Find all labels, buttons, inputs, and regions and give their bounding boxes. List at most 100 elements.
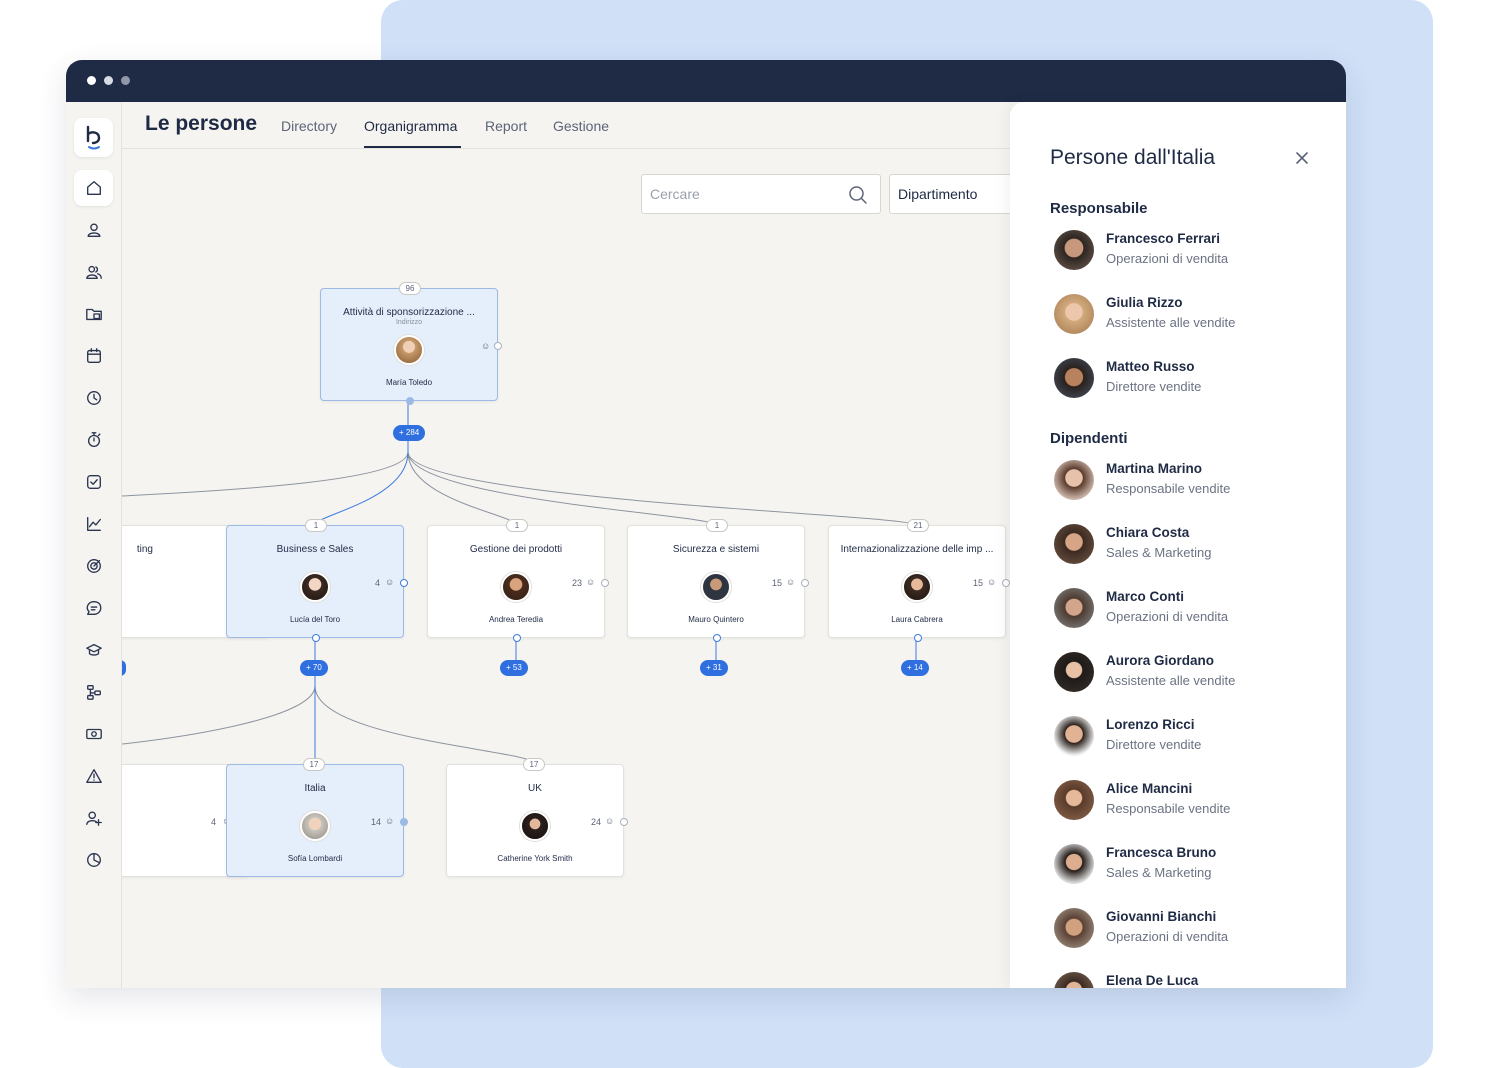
person-item[interactable]: Giulia Rizzo Assistente alle vendite — [1050, 294, 1330, 340]
org-card-international[interactable]: 21 Internazionalizzazione delle imp ... … — [828, 519, 1010, 642]
search-input[interactable]: Cercare — [641, 174, 881, 214]
person-name: Giovanni Bianchi — [1106, 909, 1217, 924]
reports-count: 15 — [973, 578, 984, 588]
org-card-root[interactable]: 96 Attività di sponsorizzazione ... Indi… — [320, 282, 502, 405]
member-count-badge: 1 — [706, 519, 728, 532]
person-name: Matteo Russo — [1106, 359, 1195, 374]
app-logo[interactable] — [74, 118, 113, 157]
person-item[interactable]: Lorenzo Ricci Direttore vendite — [1050, 716, 1330, 762]
connector-port[interactable] — [1002, 579, 1010, 587]
expand-button[interactable]: + 53 — [500, 660, 528, 676]
person-role: Sales & Marketing — [1106, 545, 1212, 560]
expand-button[interactable]: + 14 — [901, 660, 929, 676]
org-card-title: Business e Sales — [276, 544, 354, 555]
nav-workflows[interactable] — [74, 674, 113, 710]
org-card-title: Italia — [304, 783, 326, 794]
person-item[interactable]: Matteo Russo Direttore vendite — [1050, 358, 1330, 404]
person-item[interactable]: Alice Mancini Responsabile vendite — [1050, 780, 1330, 826]
nav-tracking[interactable] — [74, 422, 113, 458]
nav-training[interactable] — [74, 632, 113, 668]
nav-alerts[interactable] — [74, 758, 113, 794]
expand-button[interactable]: + 31 — [700, 660, 728, 676]
graduation-cap-icon — [85, 643, 102, 656]
nav-recruiting[interactable] — [74, 800, 113, 836]
connector-port[interactable] — [914, 634, 922, 642]
person-name: Francesco Ferrari — [1106, 231, 1221, 246]
connector-port[interactable] — [713, 634, 721, 642]
close-icon[interactable] — [1294, 150, 1310, 166]
person-item[interactable]: Francesco Ferrari Operazioni di vendita — [1050, 230, 1330, 276]
tab-directory[interactable]: Directory — [281, 118, 337, 134]
connector-port[interactable] — [513, 634, 521, 642]
org-card-business-sales[interactable]: 1 Business e Sales Lucía del Toro 4 ☺ — [226, 519, 408, 642]
person-role: Operazioni di vendita — [1106, 929, 1229, 944]
org-card-title: Attività di sponsorizzazione ... — [343, 307, 475, 318]
avatar — [501, 572, 531, 602]
person-item[interactable]: Francesca Bruno Sales & Marketing — [1050, 844, 1330, 890]
nav-payroll[interactable] — [74, 716, 113, 752]
org-card-uk[interactable]: 17 UK Catherine York Smith 24 ☺ — [446, 758, 628, 877]
connector-port[interactable] — [312, 634, 320, 642]
person-item[interactable]: Elena De Luca — [1050, 972, 1330, 988]
org-card-person-name: Sofía Lombardi — [287, 854, 343, 863]
search-icon[interactable] — [848, 185, 868, 205]
connector-port[interactable] — [494, 342, 502, 350]
page-title: Le persone — [145, 112, 258, 135]
avatar — [300, 811, 330, 841]
tab-gestione[interactable]: Gestione — [553, 118, 609, 134]
expand-button[interactable]: + 70 — [300, 660, 328, 676]
users-icon — [85, 265, 102, 279]
org-card-person-name: María Toledo — [385, 378, 433, 387]
window-dot[interactable] — [87, 76, 96, 85]
connector-port[interactable] — [400, 579, 408, 587]
target-icon — [86, 559, 101, 573]
expand-button[interactable]: + 284 — [393, 425, 426, 441]
person-name: Giulia Rizzo — [1106, 295, 1183, 310]
connector-port[interactable] — [620, 818, 628, 826]
person-item[interactable]: Marco Conti Operazioni di vendita — [1050, 588, 1330, 634]
user-add-icon — [85, 811, 102, 826]
org-card-product[interactable]: 1 Gestione dei prodotti Andrea Teredia 2… — [427, 519, 609, 642]
nav-calendar[interactable] — [74, 338, 113, 374]
logo-icon — [86, 125, 100, 149]
avatar — [1054, 460, 1094, 500]
connector-port[interactable] — [406, 397, 414, 405]
nav-goals[interactable] — [74, 548, 113, 584]
team-icon: ☺ — [605, 816, 615, 826]
connector-port[interactable] — [601, 579, 609, 587]
nav-profile[interactable] — [74, 212, 113, 248]
member-count-badge: 21 — [907, 519, 929, 532]
nav-analytics[interactable] — [74, 506, 113, 542]
org-card-security[interactable]: 1 Sicurezza e sistemi Mauro Quintero 15 … — [627, 519, 809, 642]
nav-time[interactable] — [74, 380, 113, 416]
tab-report[interactable]: Report — [485, 118, 527, 134]
team-icon: ☺ — [385, 816, 395, 826]
person-role: Operazioni di vendita — [1106, 251, 1229, 266]
nav-people[interactable] — [74, 254, 113, 290]
nav-chat[interactable] — [74, 590, 113, 626]
person-item[interactable]: Chiara Costa Sales & Marketing — [1050, 524, 1330, 570]
connector-port[interactable] — [400, 818, 408, 826]
team-icon: ☺ — [586, 577, 596, 587]
search-placeholder: Cercare — [650, 186, 700, 202]
person-item[interactable]: Giovanni Bianchi Operazioni di vendita — [1050, 908, 1330, 954]
nav-home[interactable] — [74, 170, 113, 206]
nav-tasks[interactable] — [74, 464, 113, 500]
person-role: Operazioni di vendita — [1106, 609, 1229, 624]
clock-icon — [86, 391, 101, 405]
connector-port[interactable] — [801, 579, 809, 587]
nav-reports[interactable] — [74, 842, 113, 878]
person-item[interactable]: Aurora Giordano Assistente alle vendite — [1050, 652, 1330, 698]
reports-count: 14 — [371, 817, 382, 827]
team-icon: ☺ — [385, 577, 395, 587]
tab-organigramma[interactable]: Organigramma — [364, 118, 457, 134]
person-role: Assistente alle vendite — [1106, 673, 1236, 688]
nav-documents[interactable] — [74, 296, 113, 332]
window-dot[interactable] — [104, 76, 113, 85]
person-item[interactable]: Martina Marino Responsabile vendite — [1050, 460, 1330, 506]
person-name: Aurora Giordano — [1106, 653, 1215, 668]
org-card-italia[interactable]: 17 Italia Sofía Lombardi 14 ☺ — [226, 758, 408, 877]
team-icon: ☺ — [786, 577, 796, 587]
avatar — [520, 811, 550, 841]
department-filter[interactable]: Dipartimento — [889, 174, 1029, 214]
